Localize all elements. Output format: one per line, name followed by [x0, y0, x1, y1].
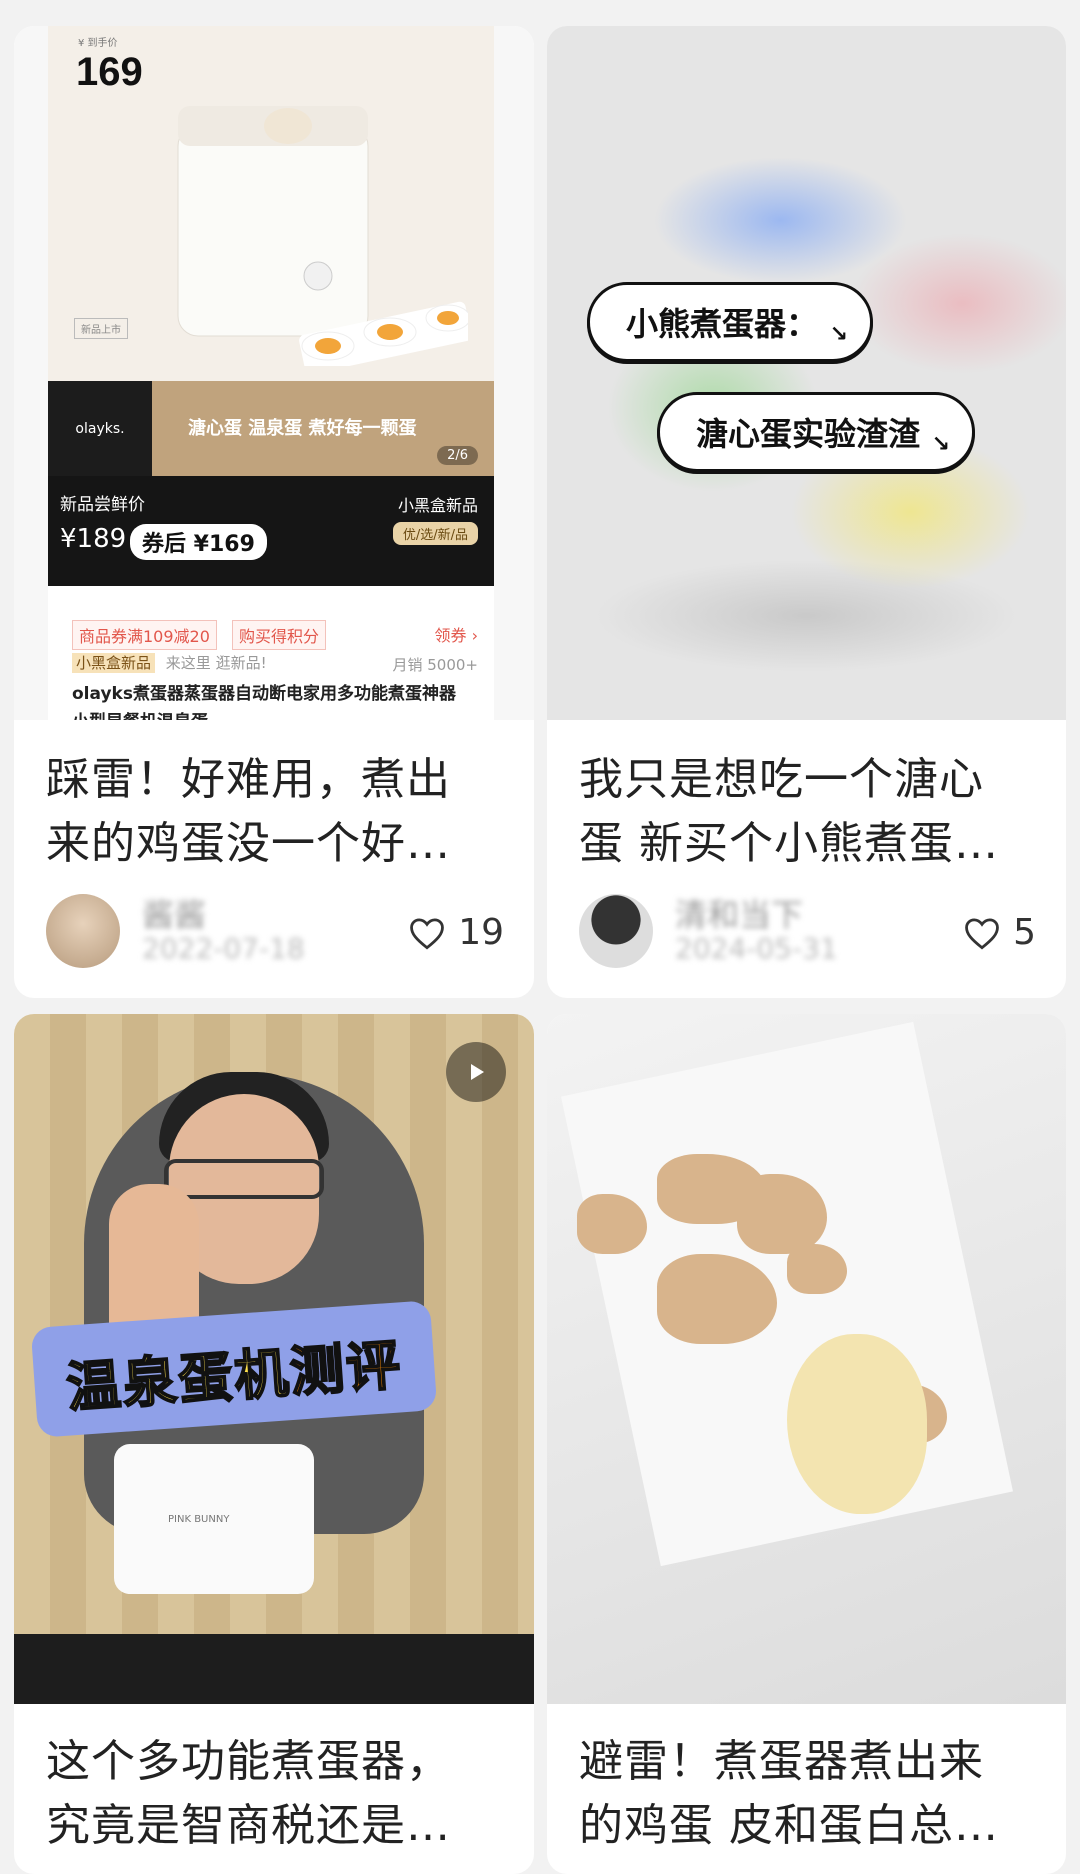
- note-title-line: 我只是想吃一个溏心: [579, 754, 984, 805]
- new-price-label: 新品尝鲜价: [60, 495, 145, 515]
- note-cover-image[interactable]: ¥ 到手价 169 新品上市 olayks. 溏心蛋 温泉蛋 煮好每一颗蛋 2/…: [14, 26, 534, 720]
- eggshell-fragment: [787, 1244, 847, 1294]
- play-button[interactable]: [446, 1042, 506, 1102]
- coupon-price: 券后 ¥169: [130, 524, 267, 560]
- note-title[interactable]: 这个多功能煮蛋器， 究竟是智商税还是…: [46, 1730, 510, 1858]
- peeled-egg: [787, 1334, 927, 1514]
- note-title-line: 来的鸡蛋没一个好…: [46, 818, 451, 869]
- product-info: 商品券满109减20 购买得积分 领券 › 小黑盒新品 来这里 逛新品! 月销 …: [48, 586, 494, 720]
- like-button[interactable]: 19: [408, 912, 504, 953]
- note-title[interactable]: 踩雷！好难用，煮出 来的鸡蛋没一个好…: [46, 748, 510, 876]
- note-card[interactable]: ¥ 到手价 169 新品上市 olayks. 溏心蛋 温泉蛋 煮好每一颗蛋 2/…: [14, 26, 534, 998]
- note-title-line: 的鸡蛋 皮和蛋白总…: [579, 1800, 999, 1851]
- banner-text-main: 温泉蛋机: [64, 1340, 294, 1420]
- egg-cooker-illustration: [177, 106, 468, 366]
- monthly-sales: 月销 5000+: [392, 656, 478, 674]
- note-feed: ¥ 到手价 169 新品上市 olayks. 溏心蛋 温泉蛋 煮好每一颗蛋 2/…: [0, 0, 1080, 1874]
- note-card[interactable]: 温泉蛋机测评 PINK BUNNY 这个多功能煮蛋器， 究竟是智商税还是…: [14, 1014, 534, 1874]
- like-button[interactable]: 5: [963, 912, 1036, 953]
- like-count: 5: [1013, 912, 1036, 953]
- avatar[interactable]: [579, 894, 653, 968]
- glasses: [164, 1159, 324, 1199]
- heart-outline-icon: [410, 917, 445, 949]
- blurred-gradient-background: [547, 26, 1066, 720]
- brand-logo: olayks.: [48, 381, 152, 476]
- note-meta: 酱酱 2022-07-18 19: [46, 894, 504, 974]
- price-banner: 新品尝鲜价 ¥189 券后 ¥169 小黑盒新品 优/选/新/品: [48, 476, 494, 586]
- note-meta: 清和当下 2024-05-31 5: [579, 894, 1036, 974]
- heart-outline-icon: [965, 917, 999, 949]
- avatar[interactable]: [46, 894, 120, 968]
- shop-name: 小黑盒新品: [72, 653, 156, 673]
- price-label: ¥ 到手价: [78, 38, 118, 49]
- brand-tag: 优/选/新/品: [392, 522, 478, 545]
- note-cover-image[interactable]: [547, 1014, 1066, 1704]
- get-coupon-link: 领券 ›: [434, 626, 479, 645]
- caption-bubble: 溏心蛋实验渣渣 ↘: [657, 392, 976, 472]
- coupon-tag: 商品券满109减20: [72, 620, 217, 650]
- arrow-down-right-icon: ↘: [931, 432, 951, 457]
- product-photo: ¥ 到手价 169 新品上市 olayks. 溏心蛋 温泉蛋 煮好每一颗蛋 2/…: [48, 26, 494, 476]
- note-cover-image[interactable]: 小熊煮蛋器： ↘ 溏心蛋实验渣渣 ↘: [547, 26, 1066, 720]
- author-name[interactable]: 酱酱: [142, 890, 206, 936]
- caption-bubble: 小熊煮蛋器： ↘: [587, 282, 874, 362]
- image-page-indicator: 2/6: [437, 446, 478, 465]
- author-name[interactable]: 清和当下: [675, 890, 803, 936]
- like-count: 19: [458, 912, 504, 953]
- post-date: 2022-07-18: [142, 932, 305, 965]
- note-title[interactable]: 避雷！煮蛋器煮出来 的鸡蛋 皮和蛋白总…: [579, 1730, 1042, 1858]
- table-surface: [14, 1634, 534, 1704]
- coupon-row: 商品券满109减20 购买得积分: [72, 620, 336, 650]
- product-caption: 溏心蛋 温泉蛋 煮好每一颗蛋: [188, 418, 417, 439]
- caption-bubble-text: 溏心蛋实验渣渣: [696, 415, 921, 453]
- note-title-line: 蛋 新买个小熊煮蛋…: [579, 818, 999, 869]
- note-card[interactable]: 小熊煮蛋器： ↘ 溏心蛋实验渣渣 ↘ 我只是想吃一个溏心 蛋 新买个小熊煮蛋… …: [547, 26, 1066, 998]
- banner-text-highlight: 测评: [287, 1332, 405, 1405]
- new-product-tag: 新品上市: [74, 318, 128, 339]
- note-card[interactable]: 避雷！煮蛋器煮出来 的鸡蛋 皮和蛋白总…: [547, 1014, 1066, 1874]
- points-tag: 购买得积分: [232, 620, 327, 650]
- original-price: ¥189: [60, 524, 127, 554]
- device-brand: PINK BUNNY: [168, 1514, 230, 1525]
- arrow-down-right-icon: ↘: [829, 322, 849, 347]
- egg-cooker-device: PINK BUNNY: [114, 1444, 314, 1594]
- note-title-line: 避雷！煮蛋器煮出来: [579, 1736, 984, 1787]
- price-value: 169: [76, 50, 143, 94]
- note-title[interactable]: 我只是想吃一个溏心 蛋 新买个小熊煮蛋…: [579, 748, 1042, 876]
- play-icon: [471, 1064, 484, 1080]
- caption-bubble-text: 小熊煮蛋器：: [626, 305, 819, 343]
- note-title-line: 这个多功能煮蛋器，: [46, 1736, 451, 1787]
- brand-name: 小黑盒新品: [397, 496, 478, 515]
- note-title-line: 踩雷！好难用，煮出: [46, 754, 451, 805]
- post-date: 2024-05-31: [675, 932, 838, 965]
- shop-row: 小黑盒新品 来这里 逛新品!: [72, 652, 267, 673]
- product-name: olayks煮蛋器蒸蛋器自动断电家用多功能煮蛋神器小型早餐机温泉蛋: [72, 684, 456, 720]
- note-title-line: 究竟是智商税还是…: [46, 1800, 451, 1851]
- note-cover-video[interactable]: 温泉蛋机测评 PINK BUNNY: [14, 1014, 534, 1704]
- shop-slogan: 来这里 逛新品!: [165, 654, 267, 672]
